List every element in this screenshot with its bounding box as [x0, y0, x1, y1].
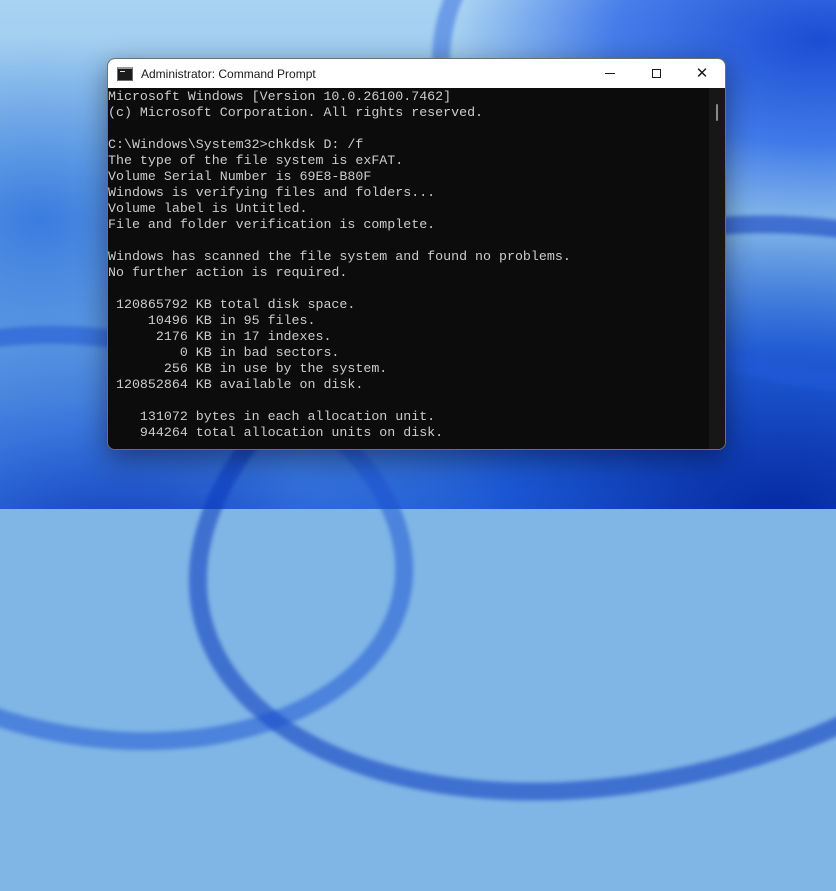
- console-line: 0 KB in bad sectors.: [108, 345, 340, 360]
- maximize-button[interactable]: [633, 59, 679, 88]
- console-line: (c) Microsoft Corporation. All rights re…: [108, 105, 484, 120]
- console-line: File and folder verification is complete…: [108, 217, 436, 232]
- console-line: Microsoft Windows [Version 10.0.26100.74…: [108, 89, 452, 104]
- console-line: 2176 KB in 17 indexes.: [108, 329, 332, 344]
- console-line: 944264 total allocation units on disk.: [108, 425, 444, 440]
- console-line: 120865792 KB total disk space.: [108, 297, 356, 312]
- console-line: C:\Windows\System32>chkdsk D: /f: [108, 137, 364, 152]
- maximize-icon: [651, 69, 661, 78]
- minimize-button[interactable]: [587, 59, 633, 88]
- console-line: No further action is required.: [108, 265, 348, 280]
- title-bar[interactable]: Administrator: Command Prompt ✕: [108, 59, 725, 88]
- console-line: Volume label is Untitled.: [108, 201, 308, 216]
- minimize-icon: [605, 73, 615, 74]
- console-line: 131072 bytes in each allocation unit.: [108, 409, 436, 424]
- close-button[interactable]: ✕: [679, 59, 725, 88]
- close-icon: ✕: [695, 65, 709, 82]
- console-line: 256 KB in use by the system.: [108, 361, 388, 376]
- console-line: Windows is verifying files and folders..…: [108, 185, 436, 200]
- console-line: Windows has scanned the file system and …: [108, 249, 571, 264]
- command-prompt-icon[interactable]: [117, 66, 133, 81]
- console-line: Volume Serial Number is 69E8-B80F: [108, 169, 372, 184]
- console-output[interactable]: Microsoft Windows [Version 10.0.26100.74…: [108, 88, 709, 449]
- scrollbar-thumb[interactable]: [716, 104, 718, 121]
- vertical-scrollbar[interactable]: [709, 88, 725, 449]
- window-title: Administrator: Command Prompt: [141, 66, 316, 81]
- window-controls: ✕: [587, 59, 725, 88]
- console-line: 10496 KB in 95 files.: [108, 313, 316, 328]
- console-line: The type of the file system is exFAT.: [108, 153, 404, 168]
- command-prompt-window[interactable]: Administrator: Command Prompt ✕ Microsof…: [107, 58, 726, 450]
- console-line: 120852864 KB available on disk.: [108, 377, 364, 392]
